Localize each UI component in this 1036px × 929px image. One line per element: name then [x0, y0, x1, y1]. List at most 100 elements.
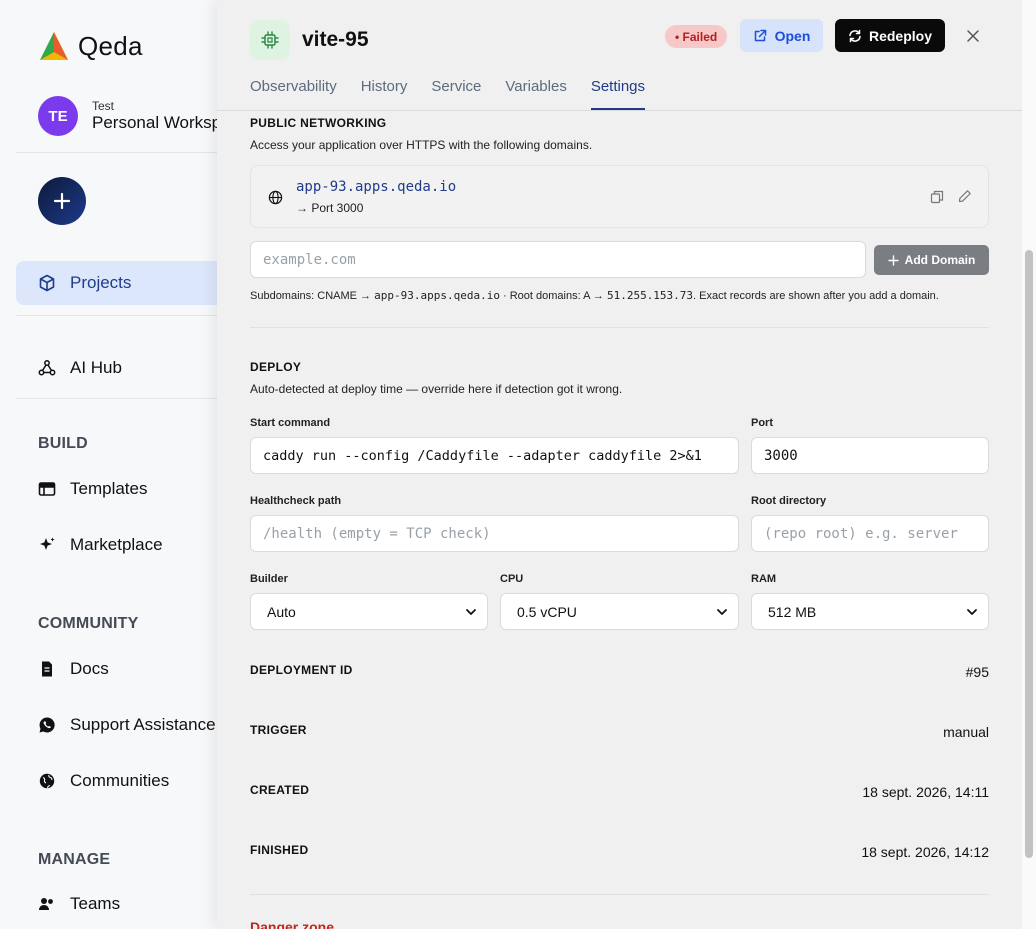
- divider: [16, 315, 240, 316]
- scrollbar-thumb[interactable]: [1025, 250, 1033, 858]
- sidebar: Qeda TE Test Personal Workspace Projects…: [0, 0, 249, 929]
- cpu-chip-icon: [261, 31, 279, 49]
- sidebar-item-label: Projects: [70, 273, 132, 292]
- builder-select[interactable]: Auto: [250, 593, 488, 630]
- tab-history[interactable]: History: [361, 76, 408, 110]
- open-button[interactable]: Open: [740, 19, 823, 52]
- dns-note-prefix: Subdomains: CNAME →: [250, 290, 375, 302]
- sidebar-item-teams[interactable]: Teams: [16, 882, 240, 926]
- trigger-value: manual: [943, 724, 989, 740]
- start-command-label: Start command: [250, 417, 331, 429]
- danger-zone-heading: Danger zone: [250, 919, 335, 929]
- whatsapp-icon: [38, 716, 56, 734]
- open-button-label: Open: [774, 27, 811, 44]
- start-command-input[interactable]: caddy run --config /Caddyfile --adapter …: [250, 437, 739, 474]
- tab-service[interactable]: Service: [431, 76, 481, 110]
- webhook-icon: [38, 359, 56, 377]
- dns-note-mid: · Root domains: A →: [499, 290, 607, 302]
- cpu-value: 0.5 vCPU: [517, 603, 577, 620]
- tab-observability[interactable]: Observability: [250, 76, 337, 110]
- sidebar-item-docs[interactable]: Docs: [16, 647, 240, 691]
- finished-label: FINISHED: [250, 843, 309, 857]
- section-build: BUILD: [38, 435, 88, 452]
- scrollbar[interactable]: [1022, 0, 1036, 929]
- port-label: Port: [751, 417, 773, 429]
- public-networking-description: Access your application over HTTPS with …: [250, 138, 593, 152]
- sidebar-item-support[interactable]: Support Assistance: [16, 703, 240, 747]
- chevron-down-icon: [466, 608, 476, 615]
- deploy-description: Auto-detected at deploy time — override …: [250, 382, 623, 396]
- sidebar-item-label: Docs: [70, 659, 109, 678]
- created-label: CREATED: [250, 783, 310, 797]
- copy-icon[interactable]: [930, 190, 944, 204]
- avatar: TE: [38, 96, 78, 136]
- refresh-icon: [849, 29, 861, 42]
- dns-note-cname: app-93.apps.qeda.io: [374, 289, 500, 302]
- tab-variables[interactable]: Variables: [505, 76, 566, 110]
- domain-link[interactable]: app-93.apps.qeda.io: [296, 179, 456, 195]
- chevron-down-icon: [717, 608, 727, 615]
- document-icon: [38, 660, 56, 678]
- redeploy-button[interactable]: Redeploy: [835, 19, 945, 52]
- trigger-label: TRIGGER: [250, 723, 307, 737]
- ram-value: 512 MB: [768, 603, 817, 620]
- add-domain-button[interactable]: Add Domain: [874, 245, 989, 275]
- public-networking-heading: PUBLIC NETWORKING: [250, 116, 387, 130]
- sparkles-icon: [38, 536, 56, 554]
- pencil-icon[interactable]: [958, 189, 972, 203]
- table-icon: [38, 480, 56, 498]
- redeploy-button-label: Redeploy: [868, 27, 932, 44]
- deployment-id-value: #95: [965, 664, 989, 680]
- divider: [250, 894, 989, 895]
- add-domain-label: Add Domain: [904, 253, 976, 267]
- divider: [16, 398, 240, 399]
- tab-bar: Observability History Service Variables …: [250, 76, 646, 110]
- external-link-icon: [754, 29, 766, 41]
- sidebar-item-communities[interactable]: Communities: [16, 759, 240, 803]
- divider: [217, 110, 1022, 111]
- dns-note: Subdomains: CNAME → app-93.apps.qeda.io …: [250, 289, 939, 302]
- panel-header: vite-95 • Failed Open Redeploy Observabi…: [217, 0, 1022, 110]
- sidebar-item-marketplace[interactable]: Marketplace: [16, 523, 240, 567]
- root-directory-input[interactable]: (repo root) e.g. server: [751, 515, 989, 552]
- healthcheck-input[interactable]: /health (empty = TCP check): [250, 515, 739, 552]
- globe-icon: [268, 190, 283, 205]
- close-icon: [967, 30, 979, 42]
- sidebar-item-label: Support Assistance: [70, 715, 216, 734]
- cpu-label: CPU: [500, 573, 524, 585]
- dns-note-suffix: . Exact records are shown after you add …: [693, 290, 939, 302]
- globe-icon: [38, 772, 56, 790]
- sidebar-item-label: AI Hub: [70, 358, 122, 377]
- service-chip: [250, 20, 290, 60]
- domain-card: app-93.apps.qeda.io → Port 3000: [250, 165, 989, 228]
- created-value: 18 sept. 2026, 14:11: [862, 784, 989, 800]
- tab-settings[interactable]: Settings: [590, 76, 646, 110]
- chevron-down-icon: [967, 608, 977, 615]
- healthcheck-label: Healthcheck path: [250, 495, 342, 507]
- section-manage: MANAGE: [38, 851, 111, 868]
- brand[interactable]: Qeda: [38, 30, 143, 62]
- cpu-select[interactable]: 0.5 vCPU: [500, 593, 739, 630]
- service-title: vite-95: [302, 28, 369, 51]
- sidebar-item-ai-hub[interactable]: AI Hub: [16, 346, 240, 390]
- sidebar-item-label: Teams: [70, 894, 121, 913]
- cube-icon: [38, 274, 56, 292]
- close-button[interactable]: [963, 26, 983, 46]
- finished-value: 18 sept. 2026, 14:12: [861, 844, 989, 860]
- deploy-heading: DEPLOY: [250, 360, 302, 374]
- ram-select[interactable]: 512 MB: [751, 593, 989, 630]
- section-community: COMMUNITY: [38, 615, 139, 632]
- sidebar-item-label: Communities: [70, 771, 170, 790]
- deployment-id-label: DEPLOYMENT ID: [250, 663, 353, 677]
- divider: [16, 152, 240, 153]
- new-project-button[interactable]: [38, 177, 86, 225]
- domain-input[interactable]: example.com: [250, 241, 866, 278]
- builder-value: Auto: [267, 603, 296, 620]
- brand-name: Qeda: [78, 30, 143, 61]
- port-input[interactable]: 3000: [751, 437, 989, 474]
- root-directory-label: Root directory: [751, 495, 827, 507]
- sidebar-item-templates[interactable]: Templates: [16, 467, 240, 511]
- sidebar-item-projects[interactable]: Projects: [16, 261, 240, 305]
- sidebar-item-label: Marketplace: [70, 535, 163, 554]
- service-panel: vite-95 • Failed Open Redeploy Observabi…: [217, 0, 1036, 929]
